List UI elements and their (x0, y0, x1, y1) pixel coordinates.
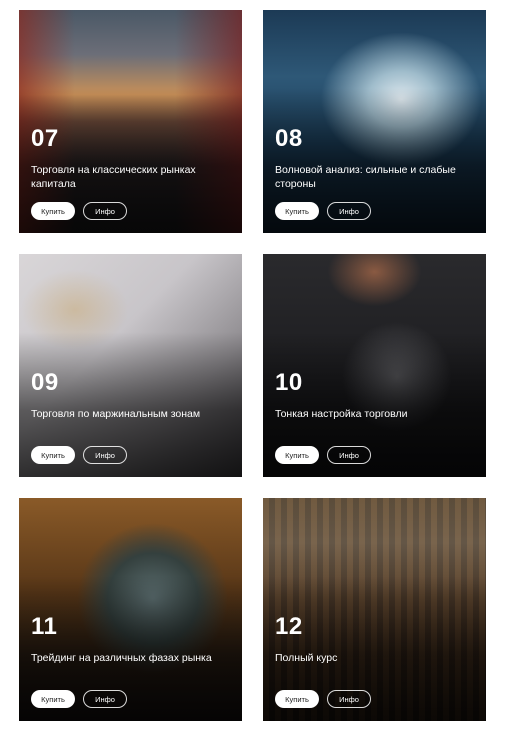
course-card-10[interactable]: 10 Тонкая настройка торговли Купить Инфо (263, 254, 486, 477)
course-title: Торговля на классических рынках капитала (31, 164, 196, 190)
course-card-11[interactable]: 11 Трейдинг на различных фазах рынка Куп… (19, 498, 242, 721)
course-title: Тонкая настройка торговли (275, 408, 408, 420)
info-button[interactable]: Инфо (327, 202, 371, 220)
buy-button[interactable]: Купить (275, 446, 319, 464)
buy-button[interactable]: Купить (275, 690, 319, 708)
course-number: 09 (31, 369, 59, 396)
course-card-12[interactable]: 12 Полный курс Купить Инфо (263, 498, 486, 721)
course-number: 12 (275, 613, 303, 640)
course-title: Волновой анализ: сильные и слабые сторон… (275, 164, 456, 190)
info-button[interactable]: Инфо (83, 202, 127, 220)
course-card-08[interactable]: 08 Волновой анализ: сильные и слабые сто… (263, 10, 486, 233)
course-title: Полный курс (275, 652, 338, 664)
info-button[interactable]: Инфо (83, 690, 127, 708)
info-button[interactable]: Инфо (327, 690, 371, 708)
info-button[interactable]: Инфо (83, 446, 127, 464)
course-title: Торговля по маржинальным зонам (31, 408, 201, 420)
buy-button[interactable]: Купить (31, 690, 75, 708)
buy-button[interactable]: Купить (31, 446, 75, 464)
course-number: 07 (31, 125, 59, 152)
buy-button[interactable]: Купить (31, 202, 75, 220)
course-title: Трейдинг на различных фазах рынка (31, 652, 212, 664)
course-card-09[interactable]: 09 Торговля по маржинальным зонам Купить… (19, 254, 242, 477)
course-number: 11 (31, 613, 58, 640)
course-number: 08 (275, 125, 303, 152)
buy-button[interactable]: Купить (275, 202, 319, 220)
course-card-07[interactable]: 07 Торговля на классических рынках капит… (19, 10, 242, 233)
info-button[interactable]: Инфо (327, 446, 371, 464)
course-number: 10 (275, 369, 303, 396)
